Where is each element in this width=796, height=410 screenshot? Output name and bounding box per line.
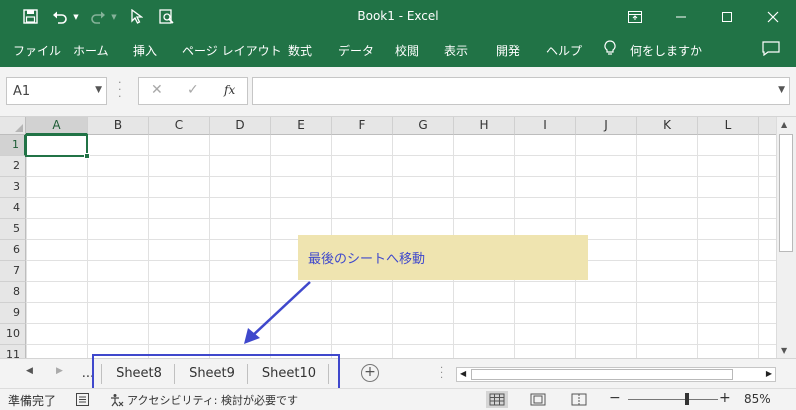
- column-header-g[interactable]: G: [393, 117, 454, 135]
- formula-input[interactable]: ▼: [252, 77, 790, 105]
- tab-page-layout[interactable]: ページ レイアウト: [182, 42, 282, 59]
- tab-developer[interactable]: 開発: [496, 42, 520, 59]
- column-header-k[interactable]: K: [637, 117, 698, 135]
- sheet-tabs-highlight-box: [92, 354, 340, 392]
- formula-bar: A1 ▼ · · · ✕ ✓ fx ▼: [0, 67, 796, 117]
- column-header-i[interactable]: I: [515, 117, 576, 135]
- zoom-out-button[interactable]: −: [609, 390, 621, 406]
- close-icon[interactable]: [750, 0, 796, 33]
- zoom-slider[interactable]: [628, 399, 718, 400]
- chevron-down-icon[interactable]: ▼: [95, 85, 102, 95]
- row-header-9[interactable]: 9: [0, 303, 26, 324]
- scroll-right-icon[interactable]: ▶: [766, 369, 772, 378]
- row-header-6[interactable]: 6: [0, 240, 26, 261]
- row-header-10[interactable]: 10: [0, 324, 26, 345]
- comment-icon[interactable]: [762, 41, 780, 59]
- callout-arrow: [244, 281, 311, 344]
- ribbon-tab-bar: ファイル ホーム 挿入 ページ レイアウト 数式 データ 校閲 表示 開発 ヘル…: [0, 33, 796, 67]
- callout-text: 最後のシートへ移動: [308, 252, 426, 267]
- name-box[interactable]: A1 ▼: [6, 77, 107, 105]
- tab-split-grip-icon[interactable]: · · ·: [440, 364, 443, 384]
- expand-formula-icon[interactable]: ▼: [778, 85, 785, 95]
- row-header-4[interactable]: 4: [0, 198, 26, 219]
- maximize-icon[interactable]: [704, 0, 750, 33]
- tab-home[interactable]: ホーム: [73, 42, 109, 59]
- ready-status: 準備完了: [8, 394, 57, 408]
- vertical-scrollbar[interactable]: ▲ ▼: [776, 117, 796, 358]
- page-layout-view-icon[interactable]: [527, 391, 549, 408]
- zoom-level[interactable]: 85%: [744, 392, 771, 406]
- row-header-3[interactable]: 3: [0, 177, 26, 198]
- status-bar: 準備完了 アクセシビリティ: 検討が必要です − + 85%: [0, 388, 796, 410]
- name-box-value: A1: [13, 84, 31, 99]
- tab-data[interactable]: データ: [338, 42, 374, 59]
- column-header-d[interactable]: D: [210, 117, 271, 135]
- vertical-scroll-thumb[interactable]: [779, 134, 793, 252]
- normal-view-icon[interactable]: [486, 391, 508, 408]
- column-header-m[interactable]: [759, 117, 776, 135]
- next-sheet-icon[interactable]: ▶: [56, 366, 63, 376]
- zoom-in-button[interactable]: +: [719, 390, 731, 406]
- insert-function-button[interactable]: fx: [224, 83, 235, 97]
- scroll-left-icon[interactable]: ◀: [460, 369, 466, 378]
- column-header-j[interactable]: J: [576, 117, 637, 135]
- row-header-8[interactable]: 8: [0, 282, 26, 303]
- tab-help[interactable]: ヘルプ: [546, 42, 582, 59]
- fill-handle[interactable]: [84, 153, 90, 159]
- row-header-7[interactable]: 7: [0, 261, 26, 282]
- column-header-h[interactable]: H: [454, 117, 515, 135]
- macro-record-icon[interactable]: [76, 393, 89, 409]
- tab-file[interactable]: ファイル: [13, 42, 61, 59]
- formula-buttons: ✕ ✓ fx: [138, 77, 248, 105]
- select-all-button[interactable]: [0, 117, 26, 135]
- row-header-5[interactable]: 5: [0, 219, 26, 240]
- tab-view[interactable]: 表示: [444, 42, 468, 59]
- accessibility-status[interactable]: アクセシビリティ: 検討が必要です: [127, 392, 298, 408]
- row-header-2[interactable]: 2: [0, 156, 26, 177]
- row-header-11[interactable]: 11: [0, 345, 26, 358]
- horizontal-scroll-thumb[interactable]: [471, 369, 733, 380]
- scroll-down-icon[interactable]: ▼: [781, 346, 787, 355]
- column-header-b[interactable]: B: [88, 117, 149, 135]
- cancel-icon[interactable]: ✕: [151, 82, 163, 98]
- add-sheet-button[interactable]: +: [361, 364, 379, 382]
- enter-icon[interactable]: ✓: [187, 82, 199, 98]
- column-header-c[interactable]: C: [149, 117, 210, 135]
- column-header-f[interactable]: F: [332, 117, 393, 135]
- accessibility-icon[interactable]: [110, 393, 124, 410]
- row-header-1[interactable]: 1: [0, 135, 26, 156]
- column-header-l[interactable]: L: [698, 117, 759, 135]
- page-break-view-icon[interactable]: [568, 391, 590, 408]
- prev-sheet-icon[interactable]: ◀: [26, 366, 33, 376]
- column-header-e[interactable]: E: [271, 117, 332, 135]
- lightbulb-icon[interactable]: [604, 40, 616, 59]
- tab-insert[interactable]: 挿入: [133, 42, 157, 59]
- tab-review[interactable]: 校閲: [395, 42, 419, 59]
- grip-icon[interactable]: · · ·: [118, 77, 122, 102]
- column-header-a[interactable]: A: [26, 117, 88, 135]
- ribbon-display-options-icon[interactable]: [612, 0, 658, 33]
- tell-me-search[interactable]: 何をしますか: [630, 42, 702, 59]
- annotation-callout: 最後のシートへ移動: [298, 235, 588, 280]
- zoom-slider-thumb[interactable]: [685, 393, 689, 405]
- minimize-icon[interactable]: [658, 0, 704, 33]
- scroll-up-icon[interactable]: ▲: [781, 120, 787, 129]
- active-cell[interactable]: [25, 134, 90, 159]
- horizontal-scrollbar[interactable]: ◀ ▶: [456, 367, 776, 382]
- title-bar: ▼ ▼ Book1 - Excel: [0, 0, 796, 33]
- tab-formulas[interactable]: 数式: [288, 42, 312, 59]
